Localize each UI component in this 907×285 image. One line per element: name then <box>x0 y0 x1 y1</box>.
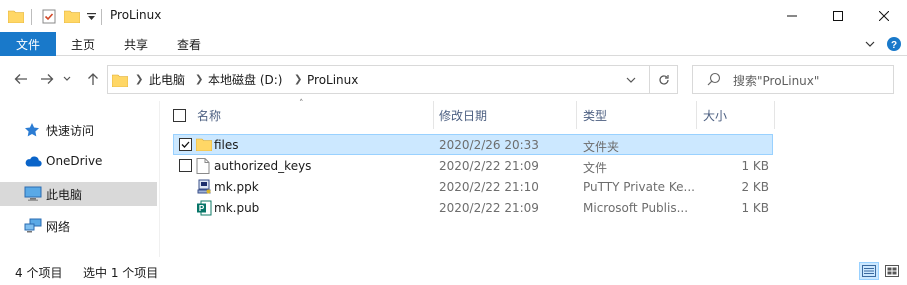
folder-icon <box>195 137 213 153</box>
computer-icon <box>24 186 42 202</box>
sidebar-item-onedrive[interactable]: OneDrive <box>0 150 157 174</box>
chevron-right-icon[interactable]: ❯ <box>195 66 203 93</box>
file-row-authorized-keys[interactable]: authorized_keys 2020/2/22 21:09 文件 1 KB <box>173 155 773 176</box>
file-size: 1 KB <box>741 159 769 173</box>
refresh-button[interactable] <box>650 65 678 94</box>
folder-icon <box>6 0 26 32</box>
file-name: authorized_keys <box>214 159 312 173</box>
row-checkbox-checked[interactable] <box>179 138 192 151</box>
item-count: 4 个项目 <box>15 266 63 280</box>
up-button[interactable] <box>82 68 104 90</box>
column-header-modified[interactable]: 修改日期 <box>439 101 575 129</box>
file-type: 文件夹 <box>583 140 620 154</box>
svg-text:P: P <box>199 204 205 213</box>
file-modified: 2020/2/22 21:09 <box>439 159 539 173</box>
row-checkbox[interactable] <box>179 159 192 172</box>
file-row-files[interactable]: files 2020/2/26 20:33 文件夹 <box>173 134 773 155</box>
file-size: 2 KB <box>741 180 769 194</box>
file-list: ˄ 名称 修改日期 类型 大小 files 2020/2/26 20:33 文件… <box>160 99 907 257</box>
search-icon <box>707 72 721 89</box>
folder-icon <box>112 66 128 93</box>
window-title: ProLinux <box>110 8 162 22</box>
large-icons-view-button[interactable] <box>882 262 902 280</box>
address-history-dropdown-icon[interactable] <box>626 66 636 93</box>
sidebar-item-this-pc[interactable]: 此电脑 <box>0 182 157 206</box>
tab-view[interactable]: 查看 <box>168 32 210 56</box>
recent-locations-icon[interactable] <box>60 68 74 90</box>
forward-button[interactable] <box>36 68 58 90</box>
file-type: PuTTY Private Ke... <box>583 180 695 194</box>
tab-share[interactable]: 共享 <box>115 32 157 56</box>
file-modified: 2020/2/26 20:33 <box>439 138 539 152</box>
file-name: mk.ppk <box>214 180 259 194</box>
file-name: files <box>214 138 239 152</box>
column-header-type[interactable]: 类型 <box>583 101 695 129</box>
column-divider[interactable] <box>774 101 775 129</box>
ribbon: 文件 主页 共享 查看 ? <box>0 32 907 56</box>
putty-key-icon <box>196 179 212 195</box>
navigation-bar: ❯ 此电脑 ❯ 本地磁盘 (D:) ❯ ProLinux 搜索"ProLinux… <box>0 56 907 101</box>
breadcrumb-this-pc[interactable]: 此电脑 <box>149 66 185 93</box>
search-placeholder: 搜索"ProLinux" <box>733 74 820 88</box>
quick-access-dropdown-icon[interactable] <box>84 0 98 32</box>
publisher-icon: P <box>196 200 212 216</box>
new-folder-icon[interactable] <box>62 0 82 32</box>
expand-ribbon-icon[interactable] <box>860 32 880 56</box>
search-box[interactable]: 搜索"ProLinux" <box>692 65 894 94</box>
file-row-mk-pub[interactable]: P mk.pub 2020/2/22 21:09 Microsoft Publi… <box>173 197 773 218</box>
file-size: 1 KB <box>741 201 769 215</box>
properties-icon[interactable] <box>38 0 60 32</box>
file-type: 文件 <box>583 161 608 175</box>
select-all-checkbox[interactable] <box>173 109 186 122</box>
cloud-icon <box>24 154 42 170</box>
tab-file[interactable]: 文件 <box>0 32 56 56</box>
column-divider[interactable] <box>576 101 577 129</box>
close-button[interactable] <box>861 0 907 32</box>
sidebar-item-quick-access[interactable]: 快速访问 <box>0 118 157 142</box>
column-header-name[interactable]: 名称 <box>197 101 431 129</box>
help-icon[interactable]: ? <box>884 32 904 56</box>
svg-text:?: ? <box>891 40 897 51</box>
file-modified: 2020/2/22 21:10 <box>439 180 539 194</box>
selected-count: 选中 1 个项目 <box>83 266 159 280</box>
back-button[interactable] <box>10 68 32 90</box>
divider <box>31 9 32 25</box>
sidebar-item-network[interactable]: 网络 <box>0 214 157 238</box>
tab-home[interactable]: 主页 <box>62 32 104 56</box>
divider <box>101 9 102 25</box>
status-bar: 4 个项目 选中 1 个项目 <box>0 257 907 285</box>
file-row-mk-ppk[interactable]: mk.ppk 2020/2/22 21:10 PuTTY Private Ke.… <box>173 176 773 197</box>
sidebar-item-label: 此电脑 <box>46 188 83 202</box>
title-bar: ProLinux <box>0 0 907 32</box>
column-divider[interactable] <box>433 101 434 129</box>
file-icon <box>196 158 212 174</box>
breadcrumb-current-folder[interactable]: ProLinux <box>307 66 358 93</box>
address-bar[interactable]: ❯ 此电脑 ❯ 本地磁盘 (D:) ❯ ProLinux <box>107 65 650 94</box>
breadcrumb-local-disk[interactable]: 本地磁盘 (D:) <box>208 66 282 93</box>
column-divider[interactable] <box>696 101 697 129</box>
chevron-right-icon[interactable]: ❯ <box>135 66 143 93</box>
details-view-button[interactable] <box>859 262 879 280</box>
file-type: Microsoft Publis... <box>583 201 689 215</box>
file-name: mk.pub <box>214 201 260 215</box>
sidebar-item-label: 快速访问 <box>46 124 95 138</box>
minimize-button[interactable] <box>769 0 815 32</box>
star-icon <box>24 122 42 138</box>
network-icon <box>24 218 42 234</box>
sidebar-item-label: OneDrive <box>46 154 103 168</box>
file-modified: 2020/2/22 21:09 <box>439 201 539 215</box>
sidebar-item-label: 网络 <box>46 220 71 234</box>
maximize-button[interactable] <box>815 0 861 32</box>
navigation-pane: 快速访问 OneDrive 此电脑 网络 <box>0 101 160 257</box>
column-header-size[interactable]: 大小 <box>703 101 773 129</box>
chevron-right-icon[interactable]: ❯ <box>294 66 302 93</box>
